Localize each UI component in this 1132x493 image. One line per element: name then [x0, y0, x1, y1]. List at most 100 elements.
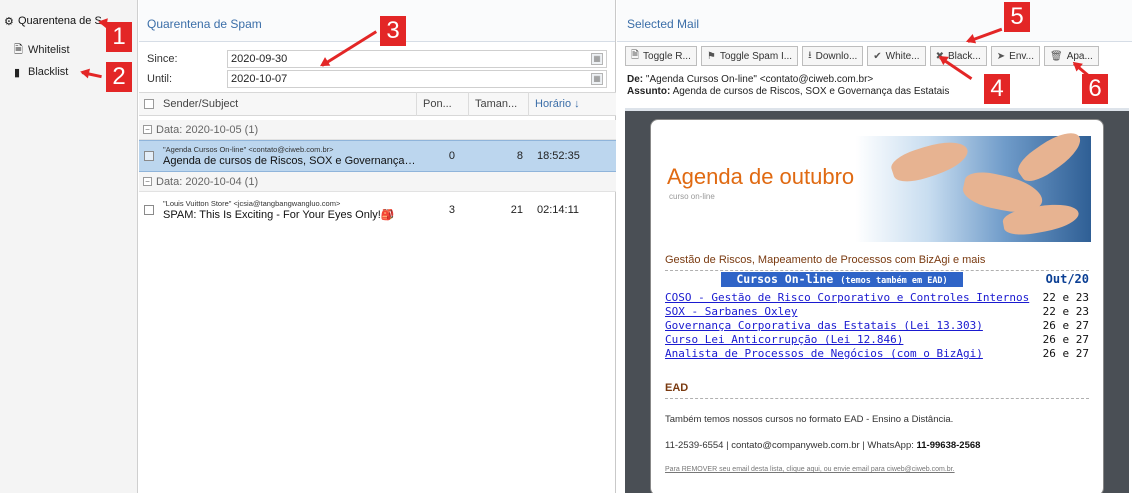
nav-root-label: Quarentena de S [18, 15, 102, 27]
hero-title: Agenda de outubro [667, 164, 855, 189]
check-icon: ✔ [873, 50, 882, 62]
download-icon: ⭳ [808, 49, 812, 61]
callout-5: 5 [1004, 2, 1030, 32]
table-header: Sender/Subject Pon... Taman... Horário ↓ [139, 92, 616, 116]
until-row: Until: 2020-10-07 ▦ [139, 68, 616, 90]
from-line: De: "Agenda Cursos On-line" <contato@ciw… [627, 74, 949, 86]
nav-item-whitelist[interactable]: 🗎 Whitelist [14, 40, 70, 60]
table-row[interactable]: "Agenda Cursos On-line" <contato@ciweb.c… [139, 140, 616, 172]
subject-value: Agenda de cursos de Riscos, SOX e Govern… [672, 86, 950, 97]
row-check-cell [139, 151, 159, 161]
col-sender-subject[interactable]: Sender/Subject [159, 92, 417, 116]
hand-image [1013, 124, 1087, 188]
whitelist-button[interactable]: ✔ White... [867, 46, 926, 66]
sender-subject-cell: "Louis Vuitton Store" <jcsia@tangbangwan… [159, 199, 417, 222]
course-row: Governança Corporativa das Estatais (Lei… [665, 319, 1089, 333]
group-label: Data: 2020-10-05 (1) [156, 123, 259, 136]
since-date-field[interactable]: 2020-09-30 ▦ [227, 50, 607, 68]
nav-item-blacklist[interactable]: ▮ Blacklist [14, 62, 68, 82]
course-header-label: Cursos On-line [736, 272, 834, 286]
mail-viewer[interactable]: Agenda de outubro curso on-line Gestão d… [625, 108, 1129, 493]
contact-text: 11-2539-6554 | contato@companyweb.com.br… [665, 440, 914, 451]
sender-subject-cell: "Agenda Cursos On-line" <contato@ciweb.c… [159, 145, 417, 168]
doc-icon: 🗎 [631, 49, 640, 61]
course-table-header: Cursos On-line (temos também em EAD) Out… [665, 272, 1089, 287]
until-label: Until: [147, 73, 173, 85]
toggle-spam-info-button[interactable]: ⚑ Toggle Spam I... [700, 46, 799, 66]
course-header-note: (temos também em EAD) [840, 276, 948, 286]
group-header[interactable]: − Data: 2020-10-04 (1) [139, 172, 616, 192]
course-row: Analista de Processos de Negócios (com o… [665, 347, 1089, 361]
sender: "Louis Vuitton Store" <jcsia@tangbangwan… [163, 198, 341, 208]
select-all-checkbox[interactable] [144, 99, 154, 109]
unsubscribe-link[interactable]: Para REMOVER seu email desta lista, cliq… [665, 466, 955, 473]
course-dates: 26 e 27 [1042, 319, 1089, 332]
button-label: Apa... [1066, 50, 1093, 62]
download-button[interactable]: ⭳ Downlo... [802, 46, 864, 66]
email-content: Agenda de outubro curso on-line Gestão d… [650, 119, 1104, 493]
time-cell: 18:52:35 [537, 150, 580, 162]
table-row[interactable]: "Louis Vuitton Store" <jcsia@tangbangwan… [139, 194, 616, 226]
callout-4: 4 [984, 74, 1010, 104]
section-title: Gestão de Riscos, Mapeamento de Processo… [665, 254, 986, 266]
col-size[interactable]: Taman... [469, 92, 529, 116]
time-cell: 02:14:11 [537, 204, 580, 216]
button-label: Toggle Spam I... [719, 50, 793, 62]
course-header-highlight: Cursos On-line (temos também em EAD) [721, 272, 963, 287]
course-link[interactable]: Analista de Processos de Negócios (com o… [665, 347, 983, 361]
course-dates: 22 e 23 [1042, 291, 1089, 304]
callout-6: 6 [1082, 74, 1108, 104]
row-checkbox[interactable] [144, 205, 154, 215]
course-header-month: Out/20 [1045, 272, 1089, 286]
deliver-button[interactable]: ➤ Env... [990, 46, 1040, 66]
mail-toolbar: 🗎 Toggle R... ⚑ Toggle Spam I... ⭳ Downlo..… [625, 46, 1103, 68]
course-link[interactable]: Curso Lei Anticorrupção (Lei 12.846) [665, 333, 903, 347]
pane-title: Selected Mail [617, 0, 1132, 42]
callout-2: 2 [106, 62, 132, 92]
flag-icon: ⚑ [706, 50, 716, 62]
callout-3: 3 [380, 16, 406, 46]
score-cell: 3 [448, 204, 455, 216]
course-row: SOX - Sarbanes Oxley 22 e 23 [665, 305, 1089, 319]
course-row: Curso Lei Anticorrupção (Lei 12.846) 26 … [665, 333, 1089, 347]
calendar-icon[interactable]: ▦ [591, 73, 603, 85]
since-row: Since: 2020-09-30 ▦ [139, 48, 616, 70]
hero-banner: Agenda de outubro curso on-line [663, 124, 1091, 242]
subject: Agenda de cursos de Riscos, SOX e Govern… [163, 154, 417, 167]
collapse-icon[interactable]: − [143, 125, 152, 134]
divider [665, 270, 1089, 271]
since-value: 2020-09-30 [231, 53, 288, 65]
document-icon: 🗎 [14, 43, 23, 56]
send-icon: ➤ [996, 50, 1006, 62]
score-cell: 0 [448, 150, 455, 162]
collapse-icon[interactable]: − [143, 177, 152, 186]
row-check-cell [139, 205, 159, 215]
selected-mail-pane: Selected Mail 🗎 Toggle R... ⚑ Toggle Spam … [617, 0, 1132, 493]
col-score[interactable]: Pon... [417, 92, 469, 116]
whatsapp-number: 11-99638-2568 [916, 440, 981, 451]
button-label: Toggle R... [643, 50, 691, 62]
group-label: Data: 2020-10-04 (1) [156, 175, 259, 188]
from-value: "Agenda Cursos On-line" <contato@ciweb.c… [645, 74, 874, 85]
course-dates: 22 e 23 [1042, 305, 1089, 318]
group-header[interactable]: − Data: 2020-10-05 (1) [139, 120, 616, 140]
row-checkbox[interactable] [144, 151, 154, 161]
size-cell: 21 [510, 204, 523, 216]
button-label: Env... [1009, 50, 1034, 62]
calendar-icon[interactable]: ▦ [591, 53, 603, 65]
course-link[interactable]: SOX - Sarbanes Oxley [665, 305, 797, 319]
document-filled-icon: ▮ [14, 66, 21, 79]
course-dates: 26 e 27 [1042, 347, 1089, 360]
toggle-raw-button[interactable]: 🗎 Toggle R... [625, 46, 697, 66]
divider [665, 398, 1089, 399]
course-dates: 26 e 27 [1042, 333, 1089, 346]
button-label: Downlo... [815, 50, 858, 62]
since-label: Since: [147, 53, 178, 65]
sender: "Agenda Cursos On-line" <contato@ciweb.c… [163, 144, 334, 154]
subject: SPAM: This Is Exciting - For Your Eyes O… [163, 208, 395, 221]
until-date-field[interactable]: 2020-10-07 ▦ [227, 70, 607, 88]
col-time[interactable]: Horário ↓ [529, 92, 595, 116]
course-link[interactable]: Governança Corporativa das Estatais (Lei… [665, 319, 983, 333]
course-link[interactable]: COSO - Gestão de Risco Corporativo e Con… [665, 291, 1029, 305]
subject-label: Assunto: [627, 86, 671, 97]
